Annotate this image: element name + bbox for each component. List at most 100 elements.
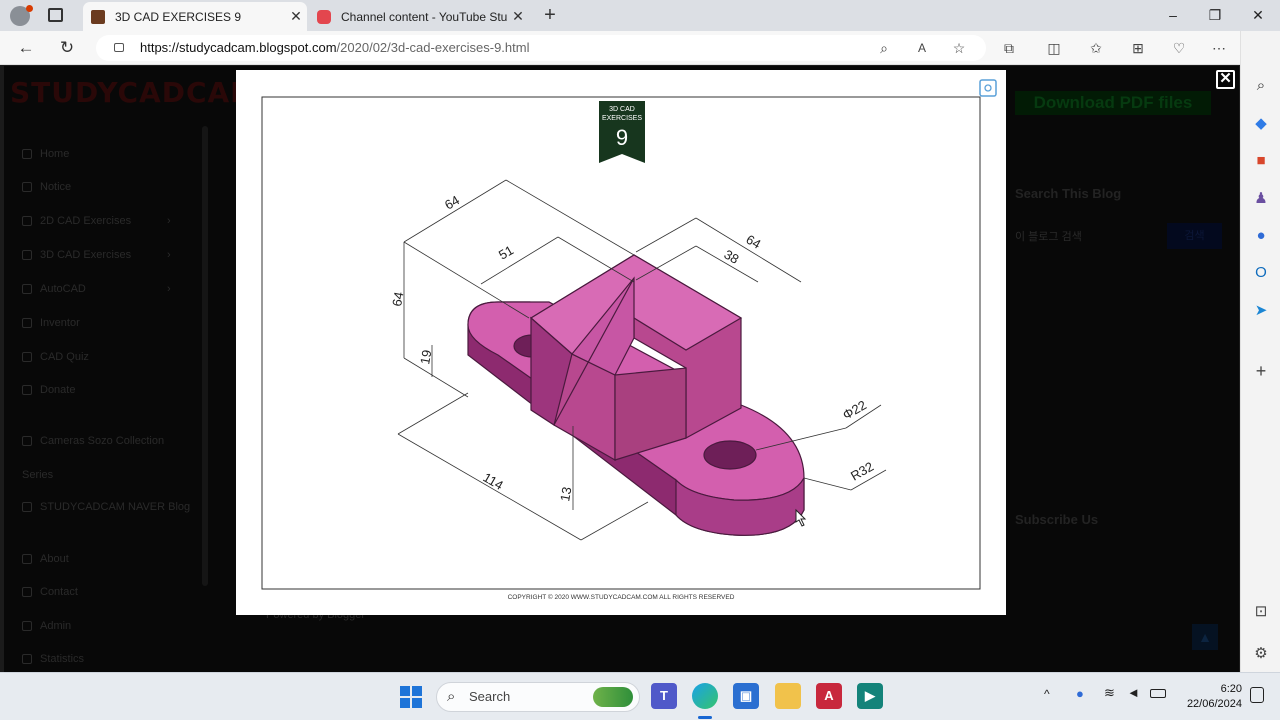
- browser-essentials-icon[interactable]: ♡: [1168, 38, 1190, 58]
- taskbar-search-label: Search: [469, 689, 511, 704]
- search-highlight-icon: [593, 687, 633, 707]
- nav-statistics[interactable]: Statistics: [22, 653, 84, 665]
- notice-icon: [22, 182, 32, 192]
- edge-app-icon[interactable]: [692, 683, 718, 709]
- search-blog-button[interactable]: 검색: [1167, 223, 1222, 249]
- nav-label: About: [40, 553, 69, 565]
- nav-inventor[interactable]: Inventor: [22, 317, 80, 329]
- store-app-icon[interactable]: ▣: [733, 683, 759, 709]
- nav-contact[interactable]: Contact: [22, 586, 78, 598]
- badge-line1: 3D CAD: [609, 106, 635, 113]
- dim-51: 51: [496, 242, 516, 262]
- nav-label: Series: [22, 469, 54, 481]
- url-path: /2020/02/3d-cad-exercises-9.html: [336, 40, 530, 55]
- split-screen-icon[interactable]: ◫: [1043, 38, 1065, 58]
- nav-label: Notice: [40, 181, 72, 193]
- nav-cameras-sozo[interactable]: Cameras Sozo Collection: [22, 435, 164, 447]
- outlook-icon[interactable]: O: [1250, 262, 1272, 284]
- tab-title: 3D CAD EXERCISES 9: [115, 9, 242, 24]
- collections-icon[interactable]: ⊞: [1127, 38, 1149, 58]
- close-window-button[interactable]: ✕: [1238, 4, 1278, 26]
- nav-label: Home: [40, 148, 70, 160]
- nav-home[interactable]: Home: [22, 148, 69, 160]
- taskbar-clock[interactable]: 6:20 22/06/2024: [1178, 682, 1242, 712]
- nav-2d-cad-exercises[interactable]: 2D CAD Exercises ›: [22, 215, 171, 227]
- nav-autocad[interactable]: AutoCAD ›: [22, 283, 171, 295]
- nav-donate[interactable]: Donate: [22, 384, 75, 396]
- read-aloud-icon[interactable]: A: [911, 38, 933, 58]
- games-icon[interactable]: ♟: [1250, 188, 1272, 210]
- close-tab-icon[interactable]: ✕: [285, 8, 307, 25]
- taskbar-search[interactable]: ⌕ Search: [436, 682, 640, 712]
- nav-label: CAD Quiz: [40, 351, 89, 363]
- statistics-icon: [22, 654, 32, 664]
- dim-64-top: 64: [442, 192, 462, 212]
- tab-youtube-studio[interactable]: Channel content - YouTube Studio ✕: [309, 2, 529, 31]
- volume-icon[interactable]: ◄: [1127, 685, 1140, 700]
- microsoft365-icon[interactable]: ●: [1250, 225, 1272, 247]
- send-icon[interactable]: ➤: [1250, 300, 1272, 322]
- fullscreen-icon[interactable]: [979, 79, 997, 97]
- site-logo[interactable]: STUDYCADCAM: [10, 76, 259, 109]
- address-bar[interactable]: https://studycadcam.blogspot.com/2020/02…: [96, 35, 986, 61]
- link-icon: [22, 502, 32, 512]
- nav-label: 2D CAD Exercises: [40, 215, 132, 227]
- tab-actions-icon[interactable]: [48, 8, 63, 22]
- profile-notification-dot: [26, 5, 33, 12]
- file-explorer-app-icon[interactable]: [775, 683, 801, 709]
- autocad-icon: [22, 284, 32, 294]
- restore-button[interactable]: ❐: [1195, 4, 1235, 26]
- notification-icon[interactable]: [1250, 687, 1264, 703]
- search-icon[interactable]: ⌕: [1250, 75, 1272, 97]
- download-pdf-button[interactable]: Download PDF files: [1015, 91, 1211, 115]
- nav-admin[interactable]: Admin: [22, 620, 71, 632]
- url-host: https://studycadcam.blogspot.com: [140, 40, 337, 55]
- refresh-button[interactable]: ↻: [55, 37, 79, 59]
- nav-label: Admin: [40, 620, 72, 632]
- screenshot-icon[interactable]: ⊡: [1250, 601, 1272, 623]
- teams-app-icon[interactable]: T: [651, 683, 677, 709]
- back-button[interactable]: ←: [14, 37, 38, 59]
- admin-icon: [22, 621, 32, 631]
- chevron-right-icon: ›: [167, 283, 171, 295]
- add-sidebar-app-icon[interactable]: +: [1250, 360, 1272, 382]
- nav-naver-blog[interactable]: STUDYCADCAM NAVER Blog: [22, 501, 190, 513]
- search-blog-input[interactable]: 이 블로그 검색: [1015, 228, 1082, 244]
- nav-about[interactable]: About: [22, 553, 69, 565]
- back-to-top-button[interactable]: ▲: [1192, 624, 1218, 650]
- nav-3d-cad-exercises[interactable]: 3D CAD Exercises ›: [22, 249, 171, 261]
- tab-3d-cad-exercises[interactable]: 3D CAD EXERCISES 9 ✕: [83, 2, 307, 31]
- nav-label: Inventor: [40, 317, 80, 329]
- close-tab-icon[interactable]: ✕: [507, 8, 529, 25]
- favorites-icon[interactable]: ✩: [1085, 38, 1107, 58]
- dim-radius-32: R32: [848, 459, 876, 484]
- lock-icon: [114, 43, 124, 52]
- cad-exercise-drawing: 3D CAD EXERCISES 9 64 51 64 64 38 19 114…: [261, 79, 997, 601]
- nav-cad-quiz[interactable]: CAD Quiz: [22, 351, 89, 363]
- autocad-app-icon[interactable]: A: [816, 683, 842, 709]
- drawing-copyright: COPYRIGHT © 2020 WWW.STUDYCADCAM.COM ALL…: [508, 593, 735, 601]
- dim-13: 13: [557, 486, 574, 503]
- pinned-app-icon[interactable]: ▶: [857, 683, 883, 709]
- zoom-icon[interactable]: ⌕: [873, 38, 895, 58]
- tray-chevron-icon[interactable]: ^: [1044, 687, 1050, 701]
- tab-strip: 3D CAD EXERCISES 9 ✕ Channel content - Y…: [0, 0, 1280, 31]
- new-tab-button[interactable]: +: [538, 3, 562, 27]
- more-options-icon[interactable]: ⋯: [1208, 38, 1230, 58]
- windows-taskbar: ⌕ Search T ▣ A ▶ ^ ● ≋ ◄ 6:20 22/06/2024: [0, 672, 1280, 720]
- extensions-icon[interactable]: ⧉: [998, 38, 1020, 58]
- microphone-icon[interactable]: ●: [1076, 686, 1084, 701]
- shopping-icon[interactable]: ◆: [1250, 113, 1272, 135]
- nav-notice[interactable]: Notice: [22, 181, 71, 193]
- wifi-icon[interactable]: ≋: [1104, 685, 1115, 701]
- start-button[interactable]: [400, 686, 422, 708]
- favorite-star-icon[interactable]: ☆: [948, 38, 970, 58]
- sidebar-settings-icon[interactable]: ⚙: [1250, 643, 1272, 665]
- chevron-right-icon: ›: [167, 249, 171, 261]
- tools-icon[interactable]: ■: [1250, 150, 1272, 172]
- battery-icon[interactable]: [1150, 689, 1166, 698]
- edge-sidebar: ⌕ ◆ ■ ♟ ● O ➤ + ⊡ ⚙: [1240, 31, 1280, 672]
- minimize-button[interactable]: –: [1153, 4, 1193, 26]
- sidebar-scrollbar[interactable]: [202, 126, 208, 586]
- lightbox-close-button[interactable]: ✕: [1216, 70, 1235, 89]
